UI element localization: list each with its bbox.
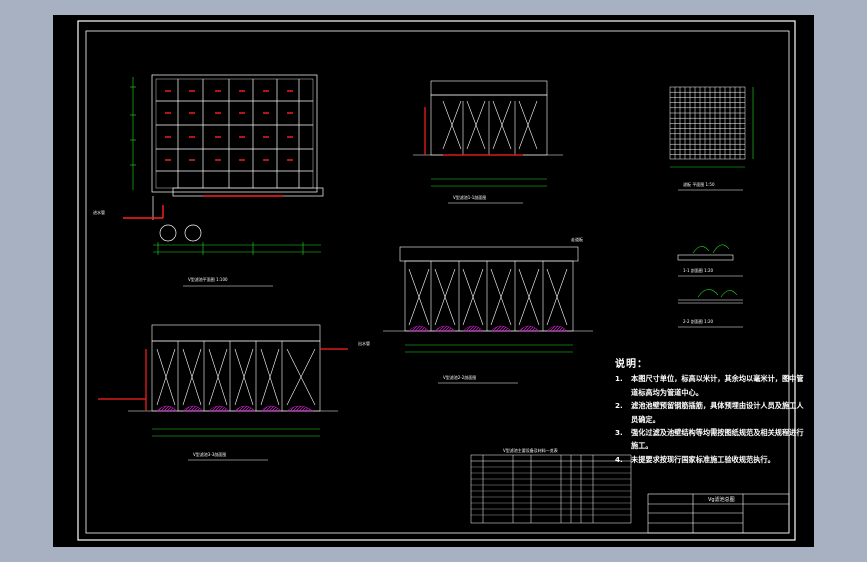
plan-dimensions bbox=[130, 77, 321, 255]
note-text: 滤池池壁预留钢筋插筋，具体预埋由设计人员及施工人员确定。 bbox=[631, 401, 804, 424]
section-c-dims bbox=[152, 428, 320, 437]
materials-table-title: V型滤池主要设备及材料一览表 bbox=[503, 448, 558, 453]
detail-1-caption: 1-1 剖面图 1:20 bbox=[683, 268, 714, 273]
plan-caption: V型滤池平面图 1:100 bbox=[188, 277, 228, 282]
table-rows bbox=[471, 466, 631, 516]
detail-sections bbox=[677, 254, 743, 304]
inlet-label: 进水管 bbox=[93, 210, 105, 215]
section-b-caption: V型滤池2-2剖面图 bbox=[443, 375, 477, 380]
materials-table bbox=[470, 454, 632, 524]
drawing-title: Vg滤池总图 bbox=[708, 497, 735, 503]
section-c-caption: V型滤池3-3剖面图 bbox=[193, 452, 227, 457]
note-text: 未提要求按现行国家标准施工验收规范执行。 bbox=[631, 454, 775, 464]
outlet-label: 出水管 bbox=[358, 341, 370, 346]
section-a-dims bbox=[431, 178, 547, 187]
plan-view bbox=[151, 74, 324, 242]
note-item: 3. 强化过滤及池壁结构等均需按图纸规范及相关规程进行施工。 bbox=[615, 426, 805, 453]
filter-plate-dims bbox=[670, 87, 754, 168]
note-number: 1. bbox=[615, 374, 623, 384]
walkway-label: 走道板 bbox=[571, 237, 583, 242]
drawing-sheet bbox=[77, 20, 796, 541]
note-number: 3. bbox=[615, 428, 623, 438]
section-a-caption: V型滤池1-1剖面图 bbox=[453, 195, 487, 200]
note-item: 2. 滤池池壁预留钢筋插筋，具体预埋由设计人员及施工人员确定。 bbox=[615, 399, 805, 426]
note-text: 本图尺寸单位，标高以米计，其余均以毫米计，图中管道标高均为管道中心。 bbox=[631, 374, 804, 397]
note-text: 强化过滤及池壁结构等均需按图纸规范及相关规程进行施工。 bbox=[631, 428, 804, 451]
filter-plate-plan bbox=[669, 86, 746, 160]
note-number: 2. bbox=[615, 401, 623, 411]
section-c bbox=[128, 324, 338, 412]
plan-red-valves bbox=[123, 90, 293, 219]
note-item: 1. 本图尺寸单位，标高以米计，其余均以毫米计，图中管道标高均为管道中心。 bbox=[615, 372, 805, 399]
section-a bbox=[413, 80, 563, 156]
detail-2-caption: 2-2 剖面图 1:20 bbox=[683, 319, 714, 324]
section-b-dims bbox=[405, 344, 573, 353]
section-b bbox=[383, 246, 593, 332]
notes-title: 说明： bbox=[615, 359, 648, 370]
note-item: 4. 未提要求按现行国家标准施工验收规范执行。 bbox=[615, 453, 805, 466]
cad-viewport[interactable]: V型滤池平面图 1:100 V型滤池1-1剖面图 滤板 平面图 1:50 1-1… bbox=[53, 15, 814, 547]
filter-plate-caption: 滤板 平面图 1:50 bbox=[683, 182, 715, 187]
notes-block: 说明： 1. 本图尺寸单位，标高以米计，其余均以毫米计，图中管道标高均为管道中心。… bbox=[615, 358, 805, 466]
section-c-hatch bbox=[156, 405, 314, 412]
note-number: 4. bbox=[615, 454, 623, 464]
